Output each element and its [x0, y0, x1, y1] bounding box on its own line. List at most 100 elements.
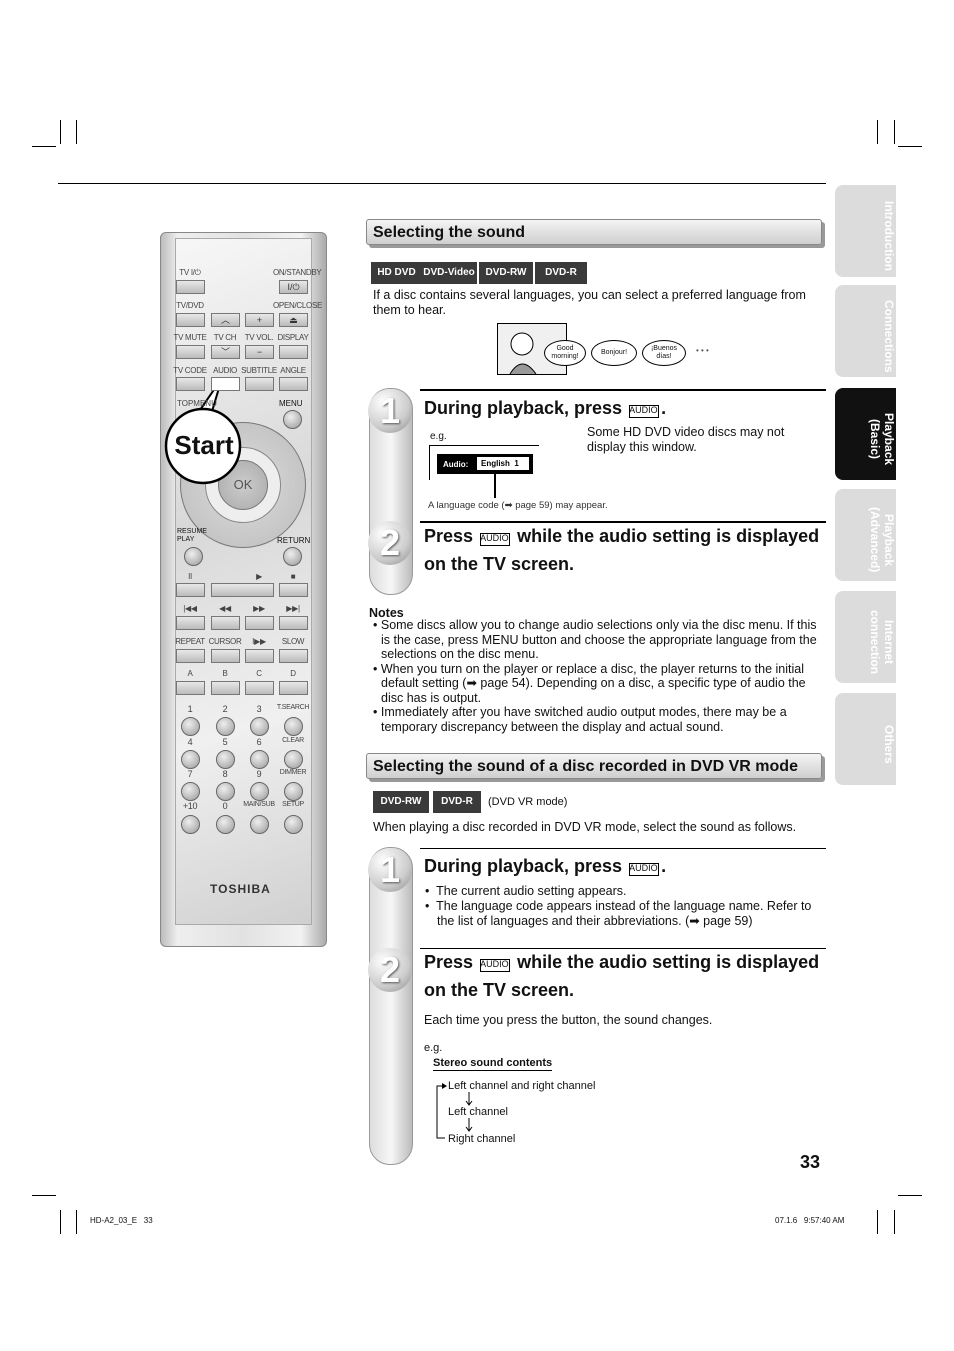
crop-mark	[76, 120, 77, 144]
remote-number-button[interactable]	[216, 782, 235, 801]
menu-button[interactable]	[283, 410, 302, 429]
remote-button[interactable]	[176, 280, 205, 294]
dvd-vr-mode-label: (DVD VR mode)	[488, 796, 568, 808]
side-tab[interactable]: Playback (Advanced)	[835, 489, 896, 581]
remote-button[interactable]: ︿	[211, 313, 240, 327]
crop-mark	[877, 1210, 878, 1234]
crop-mark	[898, 1195, 922, 1196]
remote-button[interactable]	[211, 583, 274, 597]
remote-button[interactable]	[245, 616, 274, 630]
remote-key-label: |◀◀	[183, 604, 197, 613]
footer-left: HD-A2_03_E 33	[90, 1216, 153, 1225]
remote-number-button[interactable]	[181, 782, 200, 801]
side-tab[interactable]: Internet connection	[835, 591, 896, 683]
crop-mark	[60, 1210, 61, 1234]
remote-key-label: OPEN/CLOSE	[273, 301, 323, 310]
remote-key-label: ANGLE	[280, 366, 306, 375]
remote-number-button[interactable]	[216, 815, 235, 834]
list-item: Right channel	[448, 1133, 516, 1145]
audio-key-icon: AUDIO	[629, 858, 660, 876]
remote-button[interactable]	[176, 377, 205, 391]
remote-button[interactable]	[176, 616, 205, 630]
remote-number-button[interactable]	[216, 750, 235, 769]
remote-number-button[interactable]	[216, 717, 235, 736]
side-tab[interactable]: Playback (Basic)	[835, 388, 896, 480]
side-tab[interactable]: Introduction	[835, 185, 896, 277]
osd-frame	[429, 445, 430, 480]
remote-button[interactable]	[245, 681, 274, 695]
remote-key-label: ▶▶|	[286, 604, 300, 613]
intro-text: If a disc contains several languages, yo…	[373, 288, 806, 317]
remote-number-button[interactable]	[284, 815, 303, 834]
crop-mark	[898, 146, 922, 147]
remote-key-label: ■	[290, 572, 296, 581]
bullet-text: The current audio setting appears.	[436, 884, 627, 898]
header-rule	[58, 183, 826, 184]
remote-button[interactable]	[176, 681, 205, 695]
osd-frame	[429, 445, 539, 446]
speech-bubble: Good morning!	[544, 340, 586, 366]
remote-number-button[interactable]	[250, 815, 269, 834]
remote-button[interactable]	[279, 345, 308, 359]
remote-button[interactable]	[176, 649, 205, 663]
note-text: Some discs allow you to change audio sel…	[380, 618, 817, 661]
bullet-list: • The current audio setting appears. • Th…	[424, 884, 824, 929]
remote-button[interactable]	[211, 616, 240, 630]
remote-button[interactable]	[176, 583, 205, 597]
remote-number-button[interactable]	[250, 717, 269, 736]
step1-title: During playback, press AUDIO.	[424, 394, 666, 422]
crop-mark	[32, 146, 56, 147]
remote-button[interactable]	[279, 377, 308, 391]
step-text: Press	[424, 952, 474, 972]
remote-button[interactable]	[279, 649, 308, 663]
remote-number-button[interactable]	[181, 750, 200, 769]
eg-label: e.g.	[430, 431, 447, 442]
remote-number-button[interactable]	[284, 782, 303, 801]
speech-bubble: ¡Buenos días!	[642, 340, 686, 366]
remote-button[interactable]	[211, 649, 240, 663]
remote-button[interactable]: ⏏	[279, 313, 308, 327]
remote-button[interactable]	[279, 583, 308, 597]
remote-key-label: REPEAT	[175, 637, 205, 646]
step-text: During playback, press	[424, 398, 623, 418]
side-tab[interactable]: Others	[835, 693, 896, 785]
remote-key-label: TV/DVD	[176, 301, 204, 310]
remote-button[interactable]	[176, 313, 205, 327]
remote-number-button[interactable]	[284, 717, 303, 736]
remote-key-label: +10	[182, 801, 198, 811]
remote-button[interactable]	[279, 681, 308, 695]
remote-key-label: A	[187, 669, 193, 678]
bullet-item: • The current audio setting appears.	[425, 884, 627, 898]
remote-key-label: TV I/⏻	[179, 268, 201, 277]
step-bar	[369, 847, 413, 1165]
return-button[interactable]	[283, 547, 302, 566]
resume-play-button[interactable]	[184, 547, 203, 566]
remote-button[interactable]: −	[245, 345, 274, 359]
list-item: Left channel	[448, 1106, 508, 1118]
remote-button[interactable]	[211, 377, 240, 391]
remote-number-button[interactable]	[250, 750, 269, 769]
remote-button[interactable]	[211, 681, 240, 695]
remote-button[interactable]: ﹀	[211, 345, 240, 359]
remote-button[interactable]	[245, 377, 274, 391]
notes-list: • Some discs allow you to change audio s…	[369, 618, 827, 734]
audio-key-icon: AUDIO	[629, 400, 660, 418]
remote-button[interactable]	[176, 345, 205, 359]
ellipsis: • • •	[696, 346, 709, 355]
stereo-list-title: Stereo sound contents	[433, 1057, 553, 1071]
remote-number-button[interactable]	[284, 750, 303, 769]
remote-number-button[interactable]	[181, 717, 200, 736]
disc-type-badge: HD DVD	[371, 262, 422, 284]
callout-line	[494, 474, 496, 498]
remote-button[interactable]: +	[245, 313, 274, 327]
remote-button[interactable]	[279, 616, 308, 630]
remote-number-button[interactable]	[250, 782, 269, 801]
disc-type-badge: DVD-R	[433, 791, 481, 813]
topmenu-label: TOPMENU	[177, 399, 217, 408]
remote-button[interactable]	[245, 649, 274, 663]
step-number: 2	[368, 521, 412, 565]
resume-play-label: RESUME PLAY	[177, 528, 207, 543]
remote-button[interactable]: I/⏻	[279, 280, 308, 294]
side-tab[interactable]: Connections	[835, 285, 896, 377]
remote-number-button[interactable]	[181, 815, 200, 834]
